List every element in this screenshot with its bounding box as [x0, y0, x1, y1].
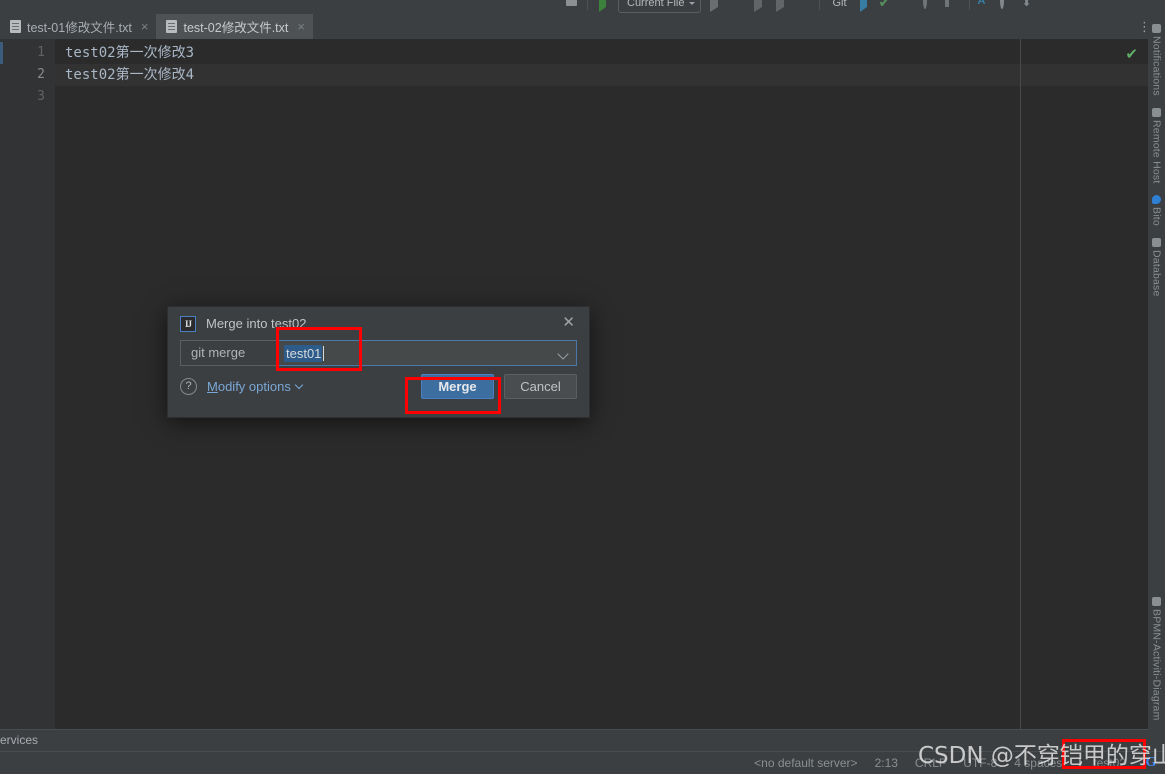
editor-tab-test-02[interactable]: test-02修改文件.txt × — [156, 14, 313, 39]
merge-button[interactable]: Merge — [421, 373, 494, 399]
status-indent[interactable]: 4 spaces — [1014, 756, 1062, 770]
search-everywhere-icon[interactable] — [999, 0, 1016, 14]
line-number: 2 — [37, 67, 45, 82]
line-number: 3 — [37, 89, 45, 104]
run-config-icon[interactable] — [563, 0, 579, 14]
profiler-icon[interactable] — [773, 0, 789, 14]
sidebar-item-label: Notifications — [1150, 36, 1163, 96]
status-caret-position[interactable]: 2:13 — [875, 756, 898, 770]
tab-label: test-02修改文件.txt — [183, 21, 289, 35]
code-line: test02第一次修改4 — [55, 64, 1148, 86]
download-icon[interactable]: ⬇ — [1022, 0, 1038, 14]
chevron-down-icon — [294, 380, 304, 389]
main-toolbar: Current File Git ✔ A ⬇ — [0, 0, 1165, 14]
dialog-title-bar: IJ Merge into test02 ✕ — [168, 307, 589, 340]
branch-name: test02 — [1093, 756, 1126, 770]
diagram-icon — [1152, 597, 1161, 607]
sidebar-item-label: BPMN-Activiti-Diagram — [1150, 609, 1163, 721]
git-push-icon[interactable] — [901, 0, 917, 14]
tab-label: test-01修改文件.txt — [27, 21, 132, 35]
line-marker — [0, 42, 3, 64]
inspection-status-icon[interactable]: ✔ — [1125, 45, 1138, 63]
text-file-icon — [10, 20, 21, 33]
git-merge-prefix-label: git merge — [180, 340, 277, 366]
cancel-button[interactable]: Cancel — [504, 373, 577, 399]
merge-input-row: git merge test01 — [168, 340, 589, 366]
tool-window-services[interactable]: ervices — [0, 733, 38, 747]
close-icon[interactable]: × — [297, 20, 305, 33]
modify-options-mnemonic: M — [207, 378, 218, 394]
git-update-icon[interactable] — [857, 0, 873, 14]
git-rollback-icon[interactable] — [944, 0, 961, 14]
close-icon[interactable]: × — [141, 20, 149, 33]
close-icon[interactable]: ✕ — [562, 315, 575, 330]
sidebar-item-label: Remote Host — [1150, 119, 1163, 184]
status-bar: <no default server> 2:13 CRLF UTF-8 4 sp… — [0, 751, 1165, 774]
sidebar-item-notifications[interactable]: Notifications — [1151, 20, 1163, 100]
status-line-separator[interactable]: CRLF — [915, 756, 946, 770]
sidebar-item-bpmn-activiti-diagram[interactable]: BPMN-Activiti-Diagram — [1151, 593, 1163, 729]
branch-input-value[interactable]: test01 — [284, 344, 323, 362]
git-history-icon[interactable] — [922, 0, 939, 14]
branch-combo-box[interactable]: test01 — [277, 340, 577, 366]
status-default-server[interactable]: <no default server> — [754, 756, 857, 770]
git-commit-icon[interactable]: ✔ — [879, 0, 895, 14]
stop-icon[interactable] — [795, 0, 811, 14]
sidebar-item-label: Bito — [1150, 207, 1163, 227]
google-icon[interactable]: G — [1143, 755, 1159, 771]
git-menu-label[interactable]: Git — [828, 0, 850, 14]
git-branch-icon — [1079, 758, 1090, 768]
coverage-icon[interactable] — [751, 0, 767, 14]
bito-icon[interactable] — [1044, 0, 1060, 14]
editor-tab-test-01[interactable]: test-01修改文件.txt × — [0, 14, 156, 39]
merge-dialog[interactable]: IJ Merge into test02 ✕ git merge test01 … — [167, 306, 590, 418]
right-tool-window-bar: Notifications Remote Host Bito Database … — [1148, 14, 1165, 729]
database-icon — [1152, 238, 1161, 248]
sidebar-item-label: Database — [1150, 250, 1163, 297]
ide-window: Current File Git ✔ A ⬇ test-01修改文件.txt ×… — [0, 0, 1165, 774]
toolbar-separator-3 — [968, 0, 970, 10]
run-configuration-selector[interactable]: Current File — [618, 0, 702, 13]
bell-icon — [1152, 24, 1161, 33]
editor-tab-bar: test-01修改文件.txt × test-02修改文件.txt × ⋮ — [0, 14, 1165, 39]
sidebar-item-remote-host[interactable]: Remote Host — [1151, 104, 1163, 187]
dialog-footer: ? Modify options Merge Cancel — [168, 366, 589, 406]
bito-icon — [1152, 195, 1161, 205]
status-encoding[interactable]: UTF-8 — [963, 756, 997, 770]
remote-host-icon — [1152, 107, 1161, 117]
bottom-tool-window-bar: ervices — [0, 729, 1148, 751]
sidebar-item-bito[interactable]: Bito — [1151, 191, 1163, 230]
modify-options-label: odify options — [217, 378, 291, 394]
dialog-title: Merge into test02 — [206, 316, 307, 331]
help-icon[interactable]: ? — [180, 377, 197, 395]
chevron-down-icon — [689, 2, 696, 5]
editor-gutter: 1 2 3 — [0, 39, 55, 729]
right-margin-guide — [1020, 39, 1021, 729]
run-icon[interactable] — [596, 0, 612, 14]
translate-icon[interactable]: A — [978, 0, 994, 14]
chevron-down-icon[interactable] — [557, 348, 569, 360]
status-git-branch[interactable]: test02 — [1079, 756, 1126, 770]
toolbar-separator-2 — [819, 0, 821, 10]
toolbar-separator — [587, 0, 588, 10]
sidebar-item-database[interactable]: Database — [1151, 234, 1163, 301]
text-file-icon — [166, 20, 178, 33]
line-number: 1 — [37, 45, 45, 60]
debug-icon[interactable] — [729, 0, 745, 14]
run-button-icon[interactable] — [707, 0, 723, 14]
intellij-idea-icon: IJ — [180, 315, 196, 332]
code-line: test02第一次修改3 — [65, 45, 195, 61]
text-caret — [323, 345, 325, 361]
run-config-label: Current File — [627, 0, 685, 9]
modify-options-link[interactable]: Modify options — [207, 378, 304, 394]
